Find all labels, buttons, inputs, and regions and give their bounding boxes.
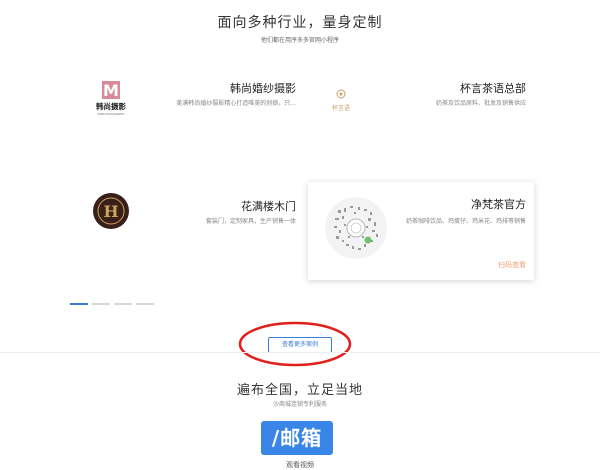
case-card-jingfan[interactable]: 净梵茶官方 奶茶咖啡饮品、鸡蛋仔、鸡米花、鸡排等销售 扫码查看	[308, 182, 534, 280]
case-desc: 美满韩尚婚纱摄影精心打造唯美的刹娘，只...	[176, 100, 296, 107]
svg-text:H: H	[103, 202, 118, 221]
svg-text:HANS PHOTOGRAPHY: HANS PHOTOGRAPHY	[98, 112, 125, 116]
beiyan-logo-icon: 杯言语	[332, 89, 350, 112]
svg-text:韩尚摄影: 韩尚摄影	[96, 101, 126, 111]
case-card-beiyan[interactable]: 杯言语 杯言茶语总部 奶茶及饮品原料、批发及销售供应	[308, 66, 534, 162]
case-desc: 奶茶及饮品原料、批发及销售供应	[435, 100, 526, 107]
huamanlou-logo-icon: H	[93, 193, 129, 229]
carousel-dot[interactable]	[114, 303, 132, 305]
section-divider	[0, 352, 600, 353]
view-more-cases-button[interactable]: 查看更多案例	[268, 337, 332, 353]
svg-text:杯言语: 杯言语	[332, 104, 350, 112]
svg-text:M: M	[103, 81, 119, 100]
case-card-huamanlou[interactable]: H 花满楼木门 套装门，定制家具，生产销售一体	[78, 184, 304, 280]
scan-to-view-link[interactable]: 扫码查看	[498, 260, 526, 270]
hanshang-logo-icon: M 韩尚摄影 HANS PHOTOGRAPHY	[96, 81, 126, 116]
case-name: 杯言茶语总部	[460, 82, 526, 95]
section2-title: 遍布全国，立足当地	[236, 383, 363, 398]
case-name: 韩尚婚纱摄影	[230, 82, 296, 95]
case-card-hanshang[interactable]: M 韩尚摄影 HANS PHOTOGRAPHY 韩尚婚纱摄影 美满韩尚婚纱摄影精…	[78, 66, 304, 162]
section-title: 面向多种行业，量身定制	[217, 15, 383, 31]
case-name: 花满楼木门	[241, 200, 296, 213]
carousel-dot[interactable]	[92, 303, 110, 305]
case-desc: 套装门，定制家具，生产销售一体	[205, 218, 296, 225]
case-name: 净梵茶官方	[471, 198, 526, 211]
carousel-dot[interactable]	[70, 303, 88, 305]
qr-code-icon	[325, 197, 387, 259]
carousel-dot[interactable]	[136, 303, 154, 305]
case-desc: 奶茶咖啡饮品、鸡蛋仔、鸡米花、鸡排等销售	[405, 218, 526, 225]
section-subtitle: 他们都在用序多多官网小程序	[260, 37, 339, 44]
section2-subtitle: 沙商城连锁专利服务	[272, 401, 327, 408]
mailbox-banner[interactable]: /邮箱	[261, 421, 333, 455]
